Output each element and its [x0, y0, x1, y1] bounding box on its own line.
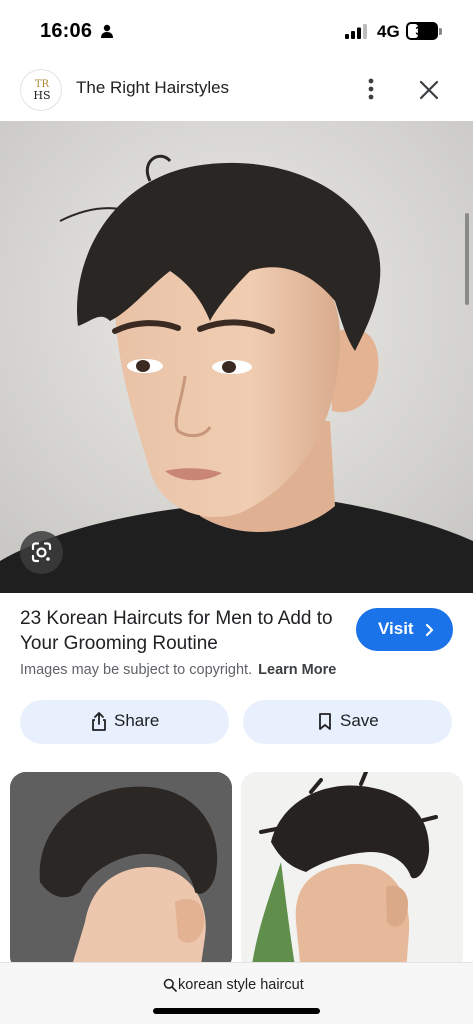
bookmark-icon	[319, 713, 331, 730]
logo-text-bottom: HS	[33, 89, 51, 102]
learn-more-link[interactable]: Learn More	[258, 662, 336, 678]
search-icon	[163, 978, 177, 992]
person-icon	[101, 24, 113, 38]
copyright-text: Images may be subject to copyright.	[20, 662, 253, 678]
google-lens-icon	[31, 542, 52, 563]
search-query[interactable]: korean style haircut	[178, 977, 304, 993]
portrait-illustration	[0, 121, 473, 593]
site-name[interactable]: The Right Hairstyles	[76, 78, 229, 98]
battery-level: 36	[415, 24, 429, 38]
related-image-2[interactable]	[241, 772, 463, 972]
chevron-right-icon	[425, 623, 434, 637]
related-portrait-1	[10, 772, 232, 972]
bottom-search-bar[interactable]: korean style haircut	[0, 962, 473, 1024]
battery-icon: 36	[406, 22, 438, 40]
visit-label: Visit	[378, 619, 414, 638]
related-portrait-2	[241, 772, 463, 972]
share-button[interactable]: Share	[20, 700, 229, 744]
more-vertical-icon[interactable]	[360, 76, 382, 102]
signal-strength-icon	[345, 24, 367, 39]
site-logo[interactable]: TR HS	[20, 69, 62, 111]
share-icon	[92, 712, 106, 731]
battery-cap	[439, 28, 442, 35]
related-image-1[interactable]	[10, 772, 232, 972]
google-lens-button[interactable]	[20, 531, 63, 574]
visit-button[interactable]: Visit	[356, 608, 453, 651]
save-label: Save	[340, 711, 379, 730]
network-type: 4G	[377, 22, 400, 41]
status-bar: 16:06 4G 36	[0, 0, 473, 62]
save-button[interactable]: Save	[243, 700, 452, 744]
status-time: 16:06	[40, 20, 93, 42]
close-icon[interactable]	[416, 77, 442, 103]
result-title[interactable]: 23 Korean Haircuts for Men to Add to You…	[20, 606, 350, 656]
result-header: TR HS The Right Hairstyles	[0, 62, 473, 118]
scroll-indicator[interactable]	[465, 213, 469, 305]
copyright-notice: Images may be subject to copyright. Lear…	[20, 662, 336, 678]
main-result-image[interactable]	[0, 121, 473, 593]
home-indicator[interactable]	[153, 1008, 320, 1014]
share-label: Share	[114, 711, 160, 730]
